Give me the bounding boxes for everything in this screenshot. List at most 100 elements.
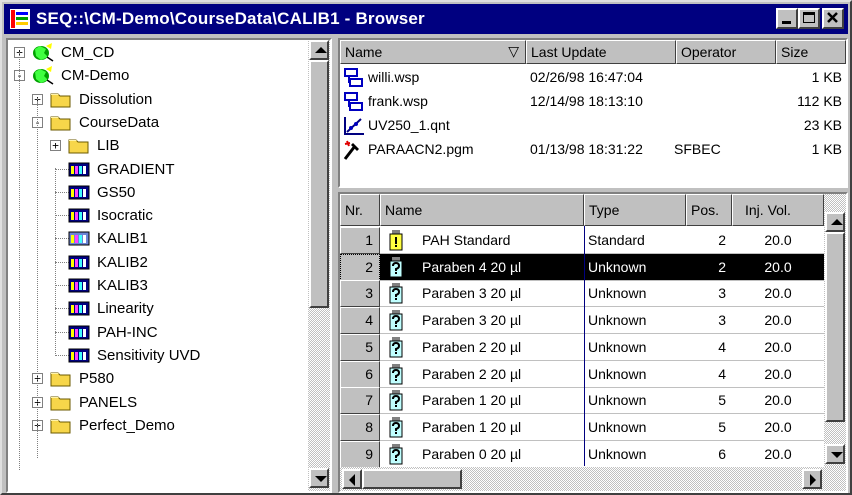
column-header-pos[interactable]: Pos. [686, 194, 732, 226]
sequence-pos-cell[interactable]: 4 [686, 361, 732, 388]
row-number-cell[interactable]: 3 [340, 280, 380, 308]
file-row[interactable]: PARAACN2.pgm 01/13/98 18:31:22 SFBEC 1 KB [340, 137, 846, 161]
sequence-scroll-left-button[interactable] [342, 469, 362, 489]
tree-scroll-up-button[interactable] [309, 40, 329, 60]
sequence-pos-cell[interactable]: 3 [686, 280, 732, 307]
sequence-inj-vol-cell[interactable]: 20.0 [732, 280, 824, 307]
tree-item[interactable]: GS50 [68, 181, 137, 204]
close-button[interactable] [822, 8, 844, 29]
tree-view[interactable]: + CM_CD - CM-Demo + Dissolution - CourseData + LI… [8, 40, 310, 470]
sequence-vertical-scrollbar[interactable] [824, 194, 846, 467]
sequence-type-cell[interactable]: Unknown [585, 441, 686, 468]
sequence-inj-vol-cell[interactable]: 20.0 [732, 334, 824, 361]
row-number-cell[interactable]: 2 [340, 253, 380, 281]
tree-scroll-thumb[interactable] [309, 60, 329, 308]
sequence-scroll-right-button[interactable] [802, 469, 822, 489]
column-header-inj-vol[interactable]: Inj. Vol. [732, 194, 824, 226]
column-header-size[interactable]: Size [776, 40, 846, 64]
sequence-type-cell[interactable]: Unknown [585, 334, 686, 361]
maximize-button[interactable] [798, 8, 820, 29]
tree-item[interactable]: LIB [68, 134, 122, 157]
column-header-nr[interactable]: Nr. [340, 194, 380, 226]
app-icon[interactable] [10, 9, 30, 29]
sequence-pos-cell[interactable]: 6 [686, 441, 732, 468]
tree-scroll-down-button[interactable] [309, 468, 329, 488]
file-row[interactable]: UV250_1.qnt 23 KB [340, 113, 846, 137]
row-number-cell[interactable]: 4 [340, 307, 380, 335]
sequence-scroll-down-button[interactable] [825, 444, 845, 464]
sequence-name-cell[interactable]: Paraben 1 20 µl [380, 387, 584, 414]
tree-item[interactable]: Sensitivity UVD [68, 344, 202, 367]
row-number-cell[interactable]: 8 [340, 413, 380, 441]
sequence-name-cell[interactable]: Paraben 3 20 µl [380, 280, 584, 307]
sequence-type-cell[interactable]: Unknown [585, 361, 686, 388]
sequence-name-cell[interactable]: Paraben 4 20 µl [380, 253, 584, 281]
column-header-name[interactable]: Name ▽ [340, 40, 526, 64]
sequence-name-cell[interactable]: Paraben 2 20 µl [380, 361, 584, 388]
sequence-inj-vol-cell[interactable]: 20.0 [732, 414, 824, 441]
column-header-type[interactable]: Type [584, 194, 686, 226]
tree-item[interactable]: KALIB3 [68, 274, 150, 297]
sequence-row[interactable]: 8 Paraben 1 20 µl Unknown 5 20.0 [340, 413, 824, 441]
sequence-row[interactable]: 7 Paraben 1 20 µl Unknown 5 20.0 [340, 387, 824, 415]
sequence-name-cell[interactable]: PAH Standard [380, 227, 584, 254]
tree-vertical-scrollbar[interactable] [308, 40, 330, 491]
tree-item[interactable]: Perfect_Demo [50, 414, 177, 437]
sequence-name-cell[interactable]: Paraben 3 20 µl [380, 307, 584, 334]
sequence-scroll-thumb[interactable] [825, 232, 845, 422]
row-number-cell[interactable]: 6 [340, 360, 380, 388]
column-header-sample-name[interactable]: Name [380, 194, 584, 226]
tree-item[interactable]: Dissolution [50, 88, 154, 111]
tree-item[interactable]: Isocratic [68, 204, 155, 227]
tree-item[interactable]: KALIB2 [68, 251, 150, 274]
sequence-horizontal-scrollbar[interactable] [340, 467, 846, 491]
tree-item[interactable]: CM-Demo [32, 64, 131, 87]
sequence-row[interactable]: 3 Paraben 3 20 µl Unknown 3 20.0 [340, 280, 824, 308]
row-number-cell[interactable]: 1 [340, 227, 380, 254]
tree-item[interactable]: KALIB1 [68, 227, 150, 250]
column-header-last-update[interactable]: Last Update [526, 40, 676, 64]
sequence-pos-cell[interactable]: 4 [686, 334, 732, 361]
sequence-type-cell[interactable]: Unknown [585, 253, 686, 281]
tree-item[interactable]: PAH-INC [68, 321, 160, 344]
file-row[interactable]: frank.wsp 12/14/98 18:13:10 112 KB [340, 89, 846, 113]
sequence-hscroll-thumb[interactable] [362, 469, 462, 489]
row-number-cell[interactable]: 7 [340, 387, 380, 415]
sequence-inj-vol-cell[interactable]: 20.0 [732, 227, 824, 254]
sequence-type-cell[interactable]: Unknown [585, 280, 686, 307]
sequence-inj-vol-cell[interactable]: 20.0 [732, 307, 824, 334]
sequence-pos-cell[interactable]: 2 [686, 227, 732, 254]
sequence-type-cell[interactable]: Unknown [585, 414, 686, 441]
sequence-name-cell[interactable]: Paraben 1 20 µl [380, 414, 584, 441]
sequence-row[interactable]: 2 Paraben 4 20 µl Unknown 2 20.0 [340, 253, 824, 281]
sequence-name-cell[interactable]: Paraben 2 20 µl [380, 334, 584, 361]
sequence-row[interactable]: 9 Paraben 0 20 µl Unknown 6 20.0 [340, 440, 824, 468]
sequence-pos-cell[interactable]: 5 [686, 387, 732, 414]
tree-item[interactable]: CourseData [50, 111, 161, 134]
tree-item[interactable]: PANELS [50, 391, 139, 414]
sequence-inj-vol-cell[interactable]: 20.0 [732, 361, 824, 388]
sequence-pos-cell[interactable]: 2 [686, 253, 732, 281]
sequence-scroll-up-button[interactable] [825, 212, 845, 232]
sequence-pos-cell[interactable]: 5 [686, 414, 732, 441]
sequence-inj-vol-cell[interactable]: 20.0 [732, 441, 824, 468]
row-number-cell[interactable]: 5 [340, 333, 380, 361]
sequence-type-cell[interactable]: Unknown [585, 387, 686, 414]
sequence-row[interactable]: 6 Paraben 2 20 µl Unknown 4 20.0 [340, 360, 824, 388]
file-row[interactable]: willi.wsp 02/26/98 16:47:04 1 KB [340, 65, 846, 89]
column-header-operator[interactable]: Operator [676, 40, 776, 64]
sequence-row[interactable]: 1 PAH Standard Standard 2 20.0 [340, 227, 824, 254]
tree-item[interactable]: GRADIENT [68, 158, 177, 181]
sequence-row[interactable]: 4 Paraben 3 20 µl Unknown 3 20.0 [340, 307, 824, 335]
sequence-name-cell[interactable]: Paraben 0 20 µl [380, 441, 584, 468]
tree-item[interactable]: Linearity [68, 297, 156, 320]
sequence-inj-vol-cell[interactable]: 20.0 [732, 253, 824, 281]
row-number-cell[interactable]: 9 [340, 440, 380, 468]
sequence-type-cell[interactable]: Unknown [585, 307, 686, 334]
tree-item[interactable]: CM_CD [32, 41, 116, 64]
sequence-type-cell[interactable]: Standard [585, 227, 686, 254]
tree-item[interactable]: P580 [50, 367, 116, 390]
minimize-button[interactable] [776, 8, 798, 29]
sequence-inj-vol-cell[interactable]: 20.0 [732, 387, 824, 414]
title-bar[interactable]: SEQ::\CM-Demo\CourseData\CALIB1 - Browse… [4, 4, 848, 34]
